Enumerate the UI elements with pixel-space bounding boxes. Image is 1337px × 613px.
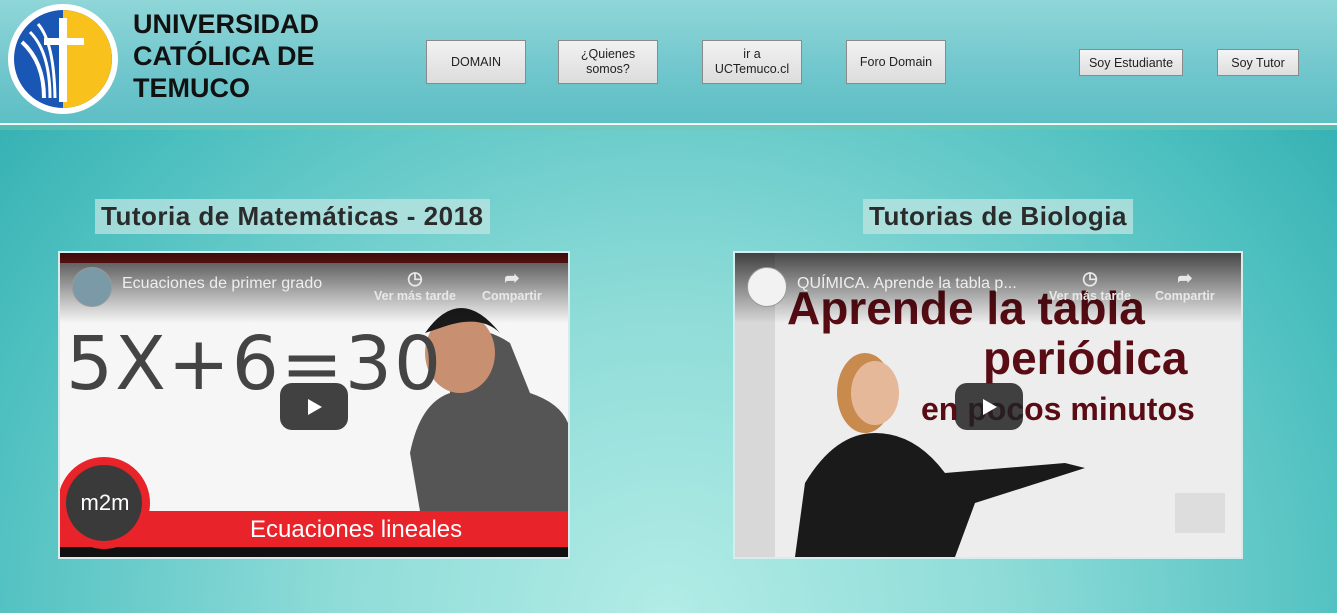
university-logo[interactable] (4, 2, 122, 116)
play-icon (983, 398, 997, 415)
tutor-button[interactable]: Soy Tutor (1217, 49, 1299, 76)
share-button[interactable]: ➦ Compartir (1155, 267, 1215, 303)
biology-section-title: Tutorias de Biologia (863, 199, 1133, 234)
share-label: Compartir (1155, 289, 1215, 303)
clock-icon: ◷ (1082, 268, 1098, 288)
nav-forum-button[interactable]: Foro Domain (846, 40, 946, 84)
play-button[interactable] (280, 383, 348, 430)
nav-about-button[interactable]: ¿Quienes somos? (558, 40, 658, 84)
math-thumb-caption: Ecuaciones lineales (250, 516, 463, 543)
bio-thumb-line2: periódica (983, 332, 1188, 384)
play-button[interactable] (955, 383, 1023, 430)
channel-avatar[interactable] (747, 267, 787, 307)
nav-domain-button[interactable]: DOMAIN (426, 40, 526, 84)
header-divider-shadow (0, 125, 1337, 130)
math-thumb-brand: m2m (80, 490, 130, 515)
share-arrow-icon: ➦ (1177, 268, 1193, 288)
watch-later-label: Ver más tarde (374, 289, 456, 303)
channel-avatar[interactable] (72, 267, 112, 307)
video-title[interactable]: QUÍMICA. Aprende la tabla p... (797, 275, 1017, 293)
share-arrow-icon: ➦ (504, 268, 520, 288)
biology-video-player[interactable]: Aprende la tabla periódica en pocos minu… (733, 251, 1243, 559)
math-thumb-equation: 5X+6=30 (66, 321, 444, 407)
nav-uctemuco-button[interactable]: ir a UCTemuco.cl (702, 40, 802, 84)
site-header: UNIVERSIDAD CATÓLICA DE TEMUCO DOMAIN ¿Q… (0, 0, 1337, 123)
math-video-player[interactable]: 5X+6=30 m2m Ecuaciones lineales Ecuacion… (58, 251, 570, 559)
watch-later-button[interactable]: ◷ Ver más tarde (1049, 267, 1131, 303)
student-button[interactable]: Soy Estudiante (1079, 49, 1183, 76)
clock-icon: ◷ (407, 268, 423, 288)
share-button[interactable]: ➦ Compartir (482, 267, 542, 303)
video-title[interactable]: Ecuaciones de primer grado (122, 275, 322, 293)
share-label: Compartir (482, 289, 542, 303)
university-name: UNIVERSIDAD CATÓLICA DE TEMUCO (133, 9, 320, 103)
math-section-title: Tutoria de Matemáticas - 2018 (95, 199, 490, 234)
play-icon (308, 398, 322, 415)
watch-later-label: Ver más tarde (1049, 289, 1131, 303)
watch-later-button[interactable]: ◷ Ver más tarde (374, 267, 456, 303)
